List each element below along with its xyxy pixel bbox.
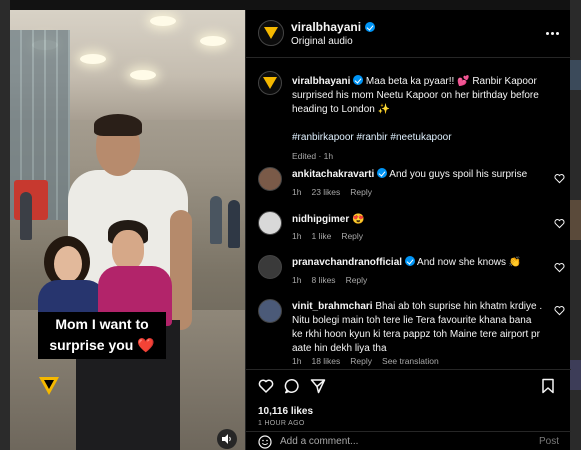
post-comment-button[interactable]: Post [539,436,559,447]
more-options-icon[interactable] [543,24,561,42]
comment-likes[interactable]: 23 likes [311,187,340,197]
likes-count[interactable]: 10,116 likes [258,406,313,417]
comment-icon[interactable] [284,378,300,394]
sticker-woman-face [54,246,82,282]
verified-badge-icon [377,168,388,178]
speaker-icon [222,434,231,444]
sticker-man-face [112,230,144,270]
background-person [210,196,222,244]
comment-meta: 1h 18 likes Reply See translation [292,356,439,366]
viral-bhayani-watermark-icon [39,377,59,395]
ceiling-light [80,54,106,64]
comment-username[interactable]: vinit_brahmchari [292,301,373,312]
comment-composer: Post [246,431,571,450]
ceiling-light [130,70,156,80]
comment-time: 1h [292,356,302,366]
audio-link[interactable]: Original audio [291,36,353,47]
man-hair [94,114,142,136]
share-icon[interactable] [310,378,326,394]
like-comment-icon[interactable] [554,173,565,184]
overlay-line-1: Mom I want to [55,316,149,332]
comment-text: 😍 [352,214,365,225]
mute-button[interactable] [217,429,237,449]
comment-meta: 1h 23 likes Reply [292,187,372,197]
background-feed-left [0,0,10,450]
see-translation-link[interactable]: See translation [382,356,439,366]
comment-likes[interactable]: 8 likes [311,275,335,285]
comment-text: And you guys spoil his surprise [389,169,528,180]
verified-badge-icon [365,22,376,32]
comments-thread[interactable]: viralbhayani Maa beta ka pyaar!! 💕 Ranbi… [246,59,571,369]
post-actions: 10,116 likes 1 HOUR AGO [246,369,571,427]
brand-logo-icon [263,77,277,89]
ceiling-light [200,36,226,46]
background-thumbnail [570,60,581,90]
post-timestamp: 1 HOUR AGO [258,420,305,427]
edited-label: Edited · 1h [292,151,334,161]
comment-meta: 1h 8 likes Reply [292,275,367,285]
background-person [228,200,240,248]
video-text-overlay: Mom I want to surprise you ❤️ [38,312,166,359]
comment-likes[interactable]: 1 like [311,231,331,241]
overlay-heart: ❤️ [137,337,155,353]
commenter-avatar[interactable] [258,299,282,323]
background-person [20,192,32,240]
reply-button[interactable]: Reply [341,231,363,241]
comment-meta: 1h 1 like Reply [292,231,363,241]
comment-time: 1h [292,187,302,197]
comment-username[interactable]: ankitachakravarti [292,169,374,180]
comment-text: And now she knows 👏 [417,257,522,268]
comment-time: 1h [292,275,302,285]
comment-username[interactable]: nidhipgimer [292,214,349,225]
like-comment-icon[interactable] [554,218,565,229]
comment-time: 1h [292,231,302,241]
post-modal: Mom I want to surprise you ❤️ viralbhaya… [10,10,571,450]
comment-body: vinit_brahmchari Bhai ab toh suprise hin… [292,300,543,356]
caption-body: viralbhayani Maa beta ka pyaar!! 💕 Ranbi… [292,75,543,163]
comment-body: nidhipgimer 😍 [292,213,543,227]
reply-button[interactable]: Reply [350,356,372,366]
reply-button[interactable]: Reply [350,187,372,197]
comment-input[interactable] [280,436,520,447]
account-username[interactable]: viralbhayani [291,20,361,34]
reply-button[interactable]: Reply [346,275,368,285]
background-thumbnail [570,200,581,240]
background-feed-right [570,0,581,450]
like-icon[interactable] [258,378,274,394]
ceiling-light [150,16,176,26]
comment-body: pranavchandranofficial And now she knows… [292,256,543,270]
post-header: viralbhayani Original audio [246,10,571,58]
verified-badge-icon [404,256,415,266]
commenter-avatar[interactable] [258,167,282,191]
caption-username[interactable]: viralbhayani [292,76,350,87]
post-details-panel: viralbhayani Original audio viralbhayani… [245,10,571,450]
account-avatar[interactable] [258,20,284,46]
background-thumbnail [570,360,581,390]
comment-body: ankitachakravarti And you guys spoil his… [292,168,543,182]
like-comment-icon[interactable] [554,305,565,316]
caption-hashtags[interactable]: #ranbirkapoor #ranbir #neetukapoor [292,131,543,145]
post-video[interactable]: Mom I want to surprise you ❤️ [10,10,245,450]
save-bookmark-icon[interactable] [540,378,556,394]
brand-logo-icon [264,27,278,39]
comment-username[interactable]: pranavchandranofficial [292,257,402,268]
overlay-line-2: surprise you [49,337,134,353]
verified-badge-icon [353,75,364,85]
man-arm [170,210,192,330]
caption-avatar[interactable] [258,71,282,95]
commenter-avatar[interactable] [258,255,282,279]
commenter-avatar[interactable] [258,211,282,235]
emoji-icon[interactable] [258,435,272,449]
like-comment-icon[interactable] [554,262,565,273]
header-account: viralbhayani [291,20,376,34]
comment-likes[interactable]: 18 likes [311,356,340,366]
